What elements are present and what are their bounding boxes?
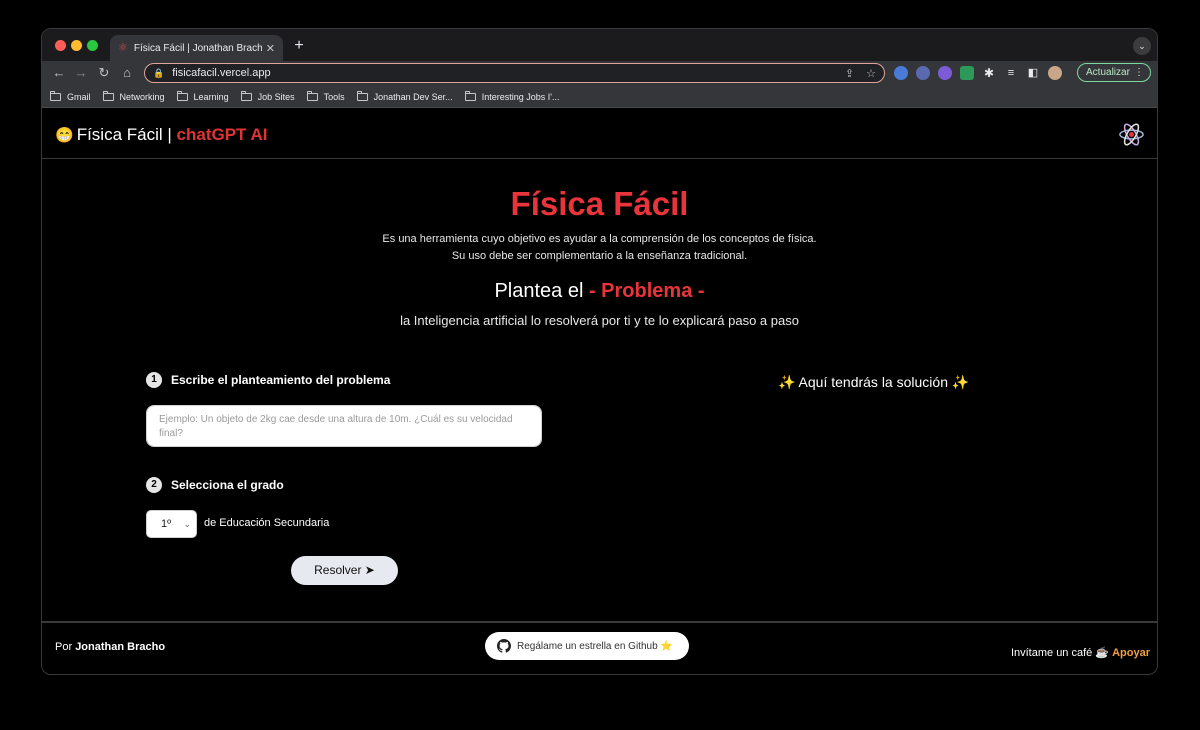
- grade-selected-value: 1º: [161, 518, 172, 530]
- footer-support: Invítame un café ☕ Apoyar: [1011, 646, 1150, 659]
- browser-toolbar: ← → ↻ ⌂ 🔒 fisicafacil.vercel.app ⇪ ☆ ✱ ≡…: [42, 61, 1157, 86]
- bookmark-job-sites[interactable]: Job Sites: [240, 90, 295, 102]
- footer-divider: [42, 621, 1157, 623]
- bookmark-label: Tools: [323, 91, 345, 102]
- side-panel-icon[interactable]: ◧: [1026, 66, 1040, 80]
- support-link[interactable]: Apoyar: [1112, 647, 1150, 659]
- tab-strip: ⚛ Física Fácil | Jonathan Bracho ✕ + ⌄: [42, 29, 1157, 61]
- menu-dots-icon[interactable]: ⋮: [1134, 64, 1144, 81]
- logo-separator: |: [162, 125, 177, 144]
- solution-heading: ✨ Aquí tendrás la solución ✨: [778, 374, 970, 390]
- bookmark-tools[interactable]: Tools: [306, 90, 345, 102]
- grin-emoji-icon: 😁: [55, 127, 74, 144]
- puzzle-extensions-icon[interactable]: ✱: [982, 66, 996, 80]
- folder-icon: [306, 90, 318, 101]
- bookmark-label: Interesting Jobs I'...: [481, 91, 560, 102]
- reading-list-icon[interactable]: ≡: [1004, 66, 1018, 80]
- logo-name: Física Fácil: [76, 125, 163, 144]
- hero-description-line-1: Es una herramienta cuyo objetivo es ayud…: [382, 233, 817, 245]
- folder-icon: [102, 90, 114, 101]
- tab-close-icon[interactable]: ✕: [266, 42, 275, 55]
- hero-description-line-2: Su uso debe ser complementario a la ense…: [451, 250, 748, 262]
- update-chrome-button[interactable]: Actualizar ⋮: [1077, 63, 1151, 82]
- extension-2-icon[interactable]: [916, 66, 930, 80]
- maximize-window-button[interactable]: [87, 40, 98, 51]
- site-logo[interactable]: 😁 Física Fácil | chatGPT AI: [55, 125, 268, 145]
- resolve-button[interactable]: Resolver ➤: [291, 556, 398, 585]
- home-button[interactable]: ⌂: [118, 64, 136, 82]
- subtitle-accent: - Problema -: [588, 280, 705, 302]
- bookmark-jonathan-dev[interactable]: Jonathan Dev Ser...: [356, 90, 453, 102]
- atom-icon[interactable]: [1118, 121, 1145, 148]
- address-bar[interactable]: 🔒 fisicafacil.vercel.app ⇪ ☆: [144, 63, 885, 83]
- bookmark-label: Jonathan Dev Ser...: [373, 91, 453, 102]
- lock-icon[interactable]: 🔒: [153, 68, 164, 79]
- close-window-button[interactable]: [55, 40, 66, 51]
- bookmark-star-icon[interactable]: ☆: [866, 67, 876, 80]
- step-2-label: Selecciona el grado: [171, 478, 284, 492]
- bookmark-interesting-jobs[interactable]: Interesting Jobs I'...: [464, 90, 560, 102]
- forward-button[interactable]: →: [72, 64, 90, 82]
- folder-icon: [240, 90, 252, 101]
- site-header: 😁 Física Fácil | chatGPT AI: [42, 108, 1157, 159]
- footer-author: Por Jonathan Bracho: [55, 641, 165, 653]
- extension-3-icon[interactable]: [938, 66, 952, 80]
- atom-favicon-icon: ⚛: [118, 41, 128, 54]
- back-button[interactable]: ←: [50, 64, 68, 82]
- logo-accent: chatGPT AI: [176, 125, 268, 144]
- step-1: 1 Escribe el planteamiento del problema: [146, 372, 390, 388]
- tab-title: Física Fácil | Jonathan Bracho: [133, 42, 262, 54]
- footer-by-prefix: Por: [55, 641, 76, 653]
- step-number-badge: 1: [146, 372, 162, 388]
- footer-author-name: Jonathan Bracho: [75, 641, 166, 653]
- bookmark-gmail[interactable]: Gmail: [50, 90, 91, 102]
- extension-4-icon[interactable]: [960, 66, 974, 80]
- extension-1-icon[interactable]: [894, 66, 908, 80]
- tab-search-chevron-icon[interactable]: ⌄: [1133, 37, 1151, 55]
- github-button-label: Regálame un estrella en Github ⭐: [517, 640, 673, 652]
- subtitle-prefix: Plantea el: [494, 280, 589, 302]
- bookmark-label: Job Sites: [257, 91, 295, 102]
- bookmark-label: Gmail: [67, 91, 91, 102]
- step-1-label: Escribe el planteamiento del problema: [171, 373, 391, 387]
- profile-avatar[interactable]: [1048, 66, 1062, 80]
- hero-title: Física Fácil: [510, 185, 689, 222]
- step-number-badge: 2: [146, 477, 162, 493]
- minimize-window-button[interactable]: [71, 40, 82, 51]
- folder-icon: [464, 90, 476, 101]
- share-icon[interactable]: ⇪: [845, 67, 854, 80]
- bookmarks-bar: Gmail Networking Learning Job Sites Tool…: [42, 86, 1157, 108]
- extensions-area: ✱ ≡ ◧: [894, 66, 1062, 80]
- github-icon: [497, 639, 511, 653]
- bookmark-label: Networking: [119, 91, 165, 102]
- problem-input[interactable]: [146, 405, 542, 447]
- folder-icon: [356, 90, 368, 101]
- browser-tab[interactable]: ⚛ Física Fácil | Jonathan Bracho ✕: [110, 35, 283, 61]
- coffee-text: Invítame un café ☕: [1010, 647, 1110, 659]
- step-2: 2 Selecciona el grado: [146, 477, 284, 493]
- tagline: la Inteligencia artificial lo resolverá …: [400, 313, 799, 328]
- new-tab-button[interactable]: +: [290, 37, 308, 55]
- chevron-down-icon: ⌄: [183, 519, 191, 529]
- bookmark-label: Learning: [193, 91, 229, 102]
- bookmark-learning[interactable]: Learning: [176, 90, 229, 102]
- bookmark-networking[interactable]: Networking: [102, 90, 165, 102]
- update-label: Actualizar: [1086, 67, 1130, 78]
- page-content: 😁 Física Fácil | chatGPT AI Física Fácil …: [42, 108, 1157, 674]
- github-star-button[interactable]: Regálame un estrella en Github ⭐: [485, 632, 689, 660]
- folder-icon: [176, 90, 188, 101]
- url-text[interactable]: fisicafacil.vercel.app: [172, 67, 833, 79]
- browser-window: ⚛ Física Fácil | Jonathan Bracho ✕ + ⌄ ←…: [41, 28, 1158, 675]
- subtitle: Plantea el - Problema -: [42, 280, 1157, 303]
- folder-icon: [50, 90, 61, 101]
- grade-select[interactable]: 1º ⌄: [146, 510, 197, 538]
- reload-button[interactable]: ↻: [95, 64, 113, 82]
- grade-suffix-label: de Educación Secundaria: [204, 517, 330, 529]
